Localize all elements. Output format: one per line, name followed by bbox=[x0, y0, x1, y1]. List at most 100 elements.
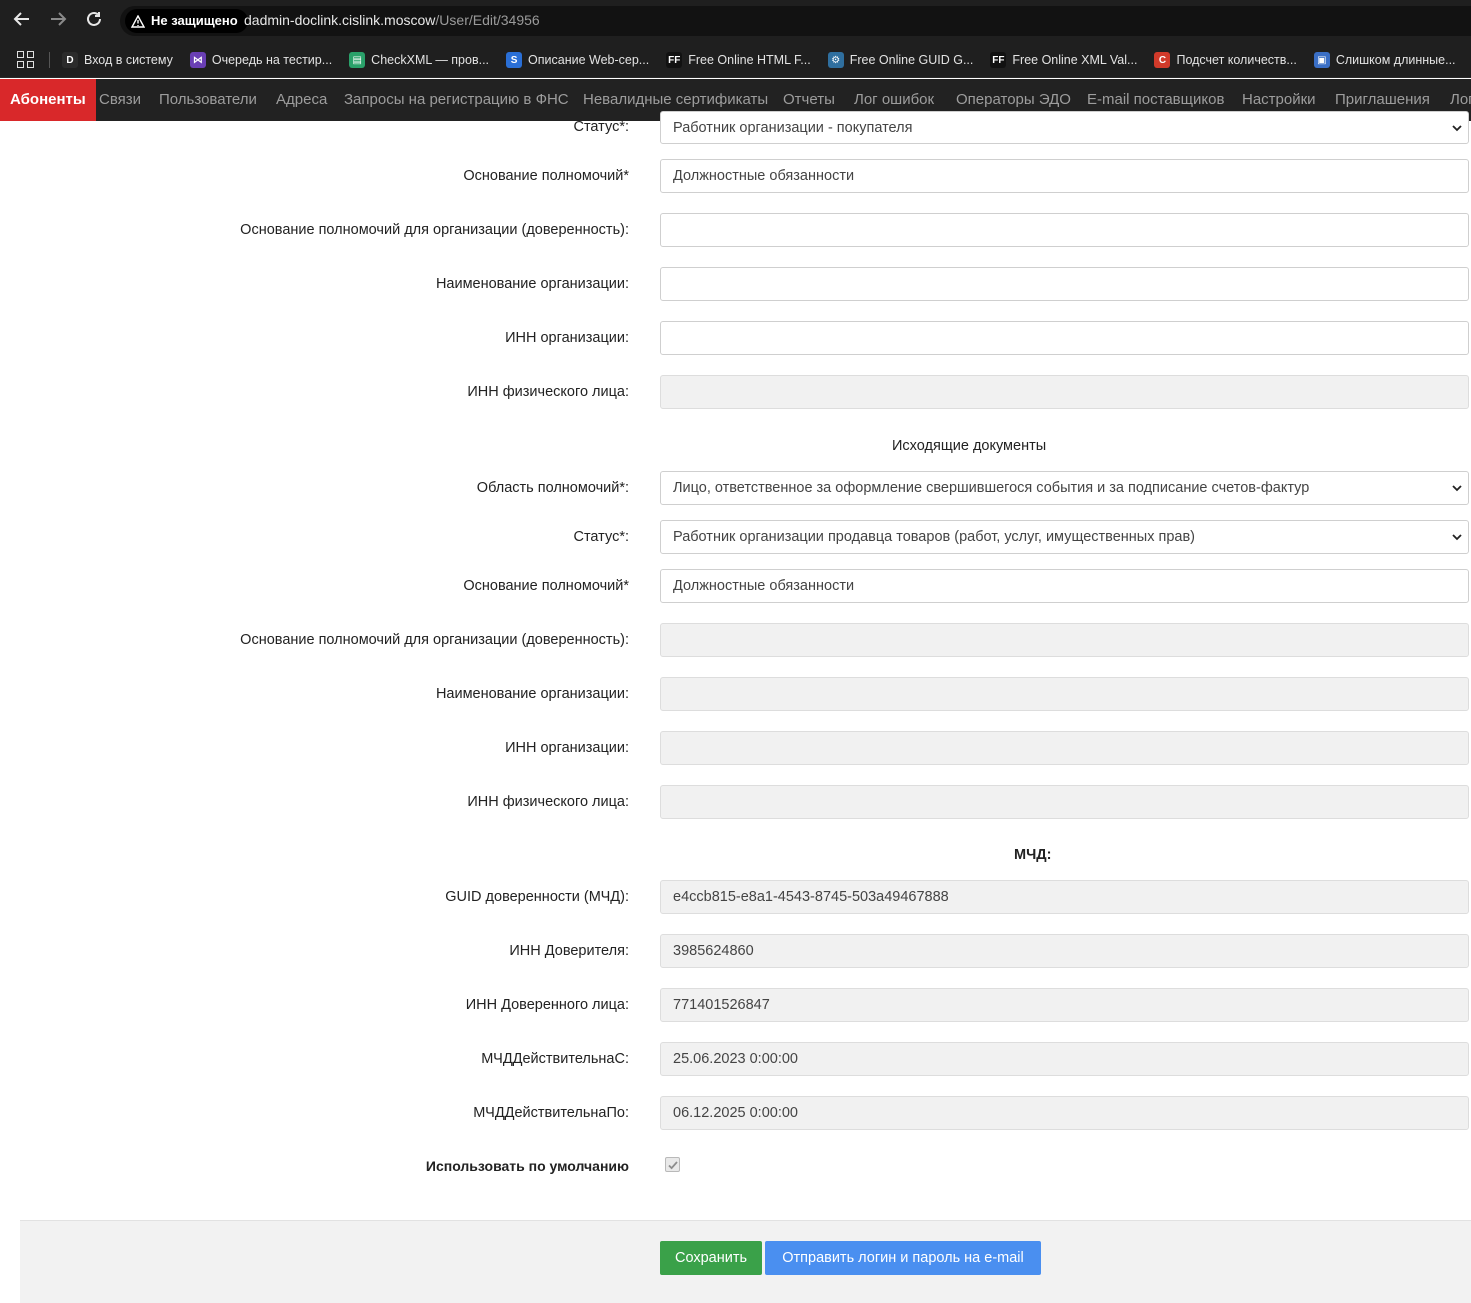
outgoing-section-title: Исходящие документы bbox=[892, 438, 1047, 454]
url-host: dadmin-doclink.cislink.moscow bbox=[244, 12, 436, 28]
bookmark-favicon-icon: D bbox=[62, 52, 78, 68]
mchd-valid-from-input: 25.06.2023 0:00:00 bbox=[660, 1042, 1469, 1076]
outgoing-org-basis-label: Основание полномочий для организации (до… bbox=[240, 632, 629, 648]
bookmark-item[interactable]: ▣ Слишком длинные... bbox=[1313, 52, 1456, 68]
mchd-valid-to-input: 06.12.2025 0:00:00 bbox=[660, 1096, 1469, 1130]
outgoing-person-inn-input bbox=[660, 785, 1469, 819]
outgoing-org-inn-label: ИНН организации: bbox=[505, 740, 629, 756]
incoming-org-basis-input[interactable] bbox=[660, 213, 1469, 247]
outgoing-org-name-input bbox=[660, 677, 1469, 711]
bookmark-item[interactable]: ▤ CheckXML — пров... bbox=[349, 52, 489, 68]
forward-arrow-icon[interactable] bbox=[47, 10, 69, 32]
mchd-valid-from-label: МЧДДействительнаС: bbox=[481, 1051, 629, 1067]
bookmarks-bar: D Вход в систему ⋈ Очередь на тестир... ▤ Che… bbox=[0, 42, 1471, 78]
bookmark-item[interactable]: FF Free Online XML Val... bbox=[990, 52, 1137, 68]
incoming-status-value: Работник организации - покупателя bbox=[673, 120, 913, 136]
mchd-principal-inn-input: 3985624860 bbox=[660, 934, 1469, 968]
bookmark-favicon-icon: FF bbox=[990, 52, 1007, 68]
mchd-default-label: Использовать по умолчанию bbox=[425, 1158, 629, 1174]
outgoing-org-inn-input bbox=[660, 731, 1469, 765]
bookmark-item[interactable]: D Вход в систему bbox=[62, 52, 173, 68]
insecure-label: Не защищено bbox=[151, 13, 238, 28]
bookmark-favicon-icon: ⚙ bbox=[827, 52, 844, 68]
nav-item-addresses[interactable]: Адреса bbox=[276, 79, 327, 121]
outgoing-basis-label: Основание полномочий* bbox=[463, 578, 629, 594]
bookmark-label: Очередь на тестир... bbox=[211, 53, 333, 67]
outgoing-scope-select[interactable]: Лицо, ответственное за оформление сверши… bbox=[660, 471, 1469, 505]
mchd-guid-value: e4ccb815-e8a1-4543-8745-503a49467888 bbox=[673, 889, 949, 905]
mchd-agent-inn-label: ИНН Доверенного лица: bbox=[465, 997, 629, 1013]
bookmark-favicon-icon: ▣ bbox=[1313, 52, 1330, 68]
incoming-status-label: Статус*: bbox=[573, 119, 629, 135]
save-button[interactable]: Сохранить bbox=[660, 1241, 762, 1275]
outgoing-scope-value: Лицо, ответственное за оформление сверши… bbox=[673, 480, 1310, 496]
warning-icon bbox=[131, 14, 145, 28]
mchd-agent-inn-value: 771401526847 bbox=[673, 997, 770, 1013]
back-arrow-icon[interactable] bbox=[11, 10, 33, 32]
url-path: /User/Edit/34956 bbox=[435, 12, 540, 28]
bookmark-favicon-icon: C bbox=[1154, 52, 1171, 68]
outgoing-status-label: Статус*: bbox=[573, 529, 629, 545]
mchd-guid-input: e4ccb815-e8a1-4543-8745-503a49467888 bbox=[660, 880, 1469, 914]
bookmark-favicon-icon: ▤ bbox=[349, 52, 366, 68]
outgoing-basis-input[interactable]: Должностные обязанности bbox=[660, 569, 1469, 603]
chevron-down-icon bbox=[1452, 534, 1462, 541]
mchd-agent-inn-input: 771401526847 bbox=[660, 988, 1469, 1022]
checkmark-icon bbox=[668, 1161, 678, 1170]
outgoing-basis-value: Должностные обязанности bbox=[673, 578, 855, 594]
outgoing-status-value: Работник организации продавца товаров (р… bbox=[673, 529, 1195, 545]
outgoing-status-select[interactable]: Работник организации продавца товаров (р… bbox=[660, 520, 1469, 554]
security-chip[interactable]: Не защищено bbox=[125, 9, 248, 33]
incoming-basis-label: Основание полномочий* bbox=[463, 168, 629, 184]
incoming-person-inn-input bbox=[660, 375, 1469, 409]
bookmark-label: Free Online GUID G... bbox=[849, 53, 974, 67]
chevron-down-icon bbox=[1452, 125, 1462, 132]
mchd-valid-from-value: 25.06.2023 0:00:00 bbox=[673, 1051, 798, 1067]
mchd-principal-inn-value: 3985624860 bbox=[673, 943, 754, 959]
incoming-status-select[interactable]: Работник организации - покупателя bbox=[660, 111, 1469, 144]
mchd-section-title: МЧД: bbox=[1014, 847, 1052, 863]
incoming-org-name-input[interactable] bbox=[660, 267, 1469, 301]
bookmark-label: Free Online HTML F... bbox=[688, 53, 811, 67]
incoming-org-basis-label: Основание полномочий для организации (до… bbox=[240, 222, 629, 238]
bookmark-item[interactable]: ⋈ Очередь на тестир... bbox=[189, 52, 333, 68]
apps-grid-icon[interactable] bbox=[17, 51, 34, 68]
incoming-org-inn-label: ИНН организации: bbox=[505, 330, 629, 346]
incoming-person-inn-label: ИНН физического лица: bbox=[467, 384, 629, 400]
mchd-valid-to-label: МЧДДействительнаПо: bbox=[473, 1105, 629, 1121]
outgoing-person-inn-label: ИНН физического лица: bbox=[467, 794, 629, 810]
bookmark-label: Вход в систему bbox=[84, 53, 173, 67]
incoming-basis-input[interactable]: Должностные обязанности bbox=[660, 159, 1469, 193]
outgoing-org-name-label: Наименование организации: bbox=[435, 686, 629, 702]
send-credentials-button[interactable]: Отправить логин и пароль на e-mail bbox=[765, 1241, 1041, 1275]
incoming-org-name-label: Наименование организации: bbox=[435, 276, 629, 292]
nav-item-subscribers[interactable]: Абоненты bbox=[0, 79, 96, 121]
url-text[interactable]: dadmin-doclink.cislink.moscow/User/Edit/… bbox=[244, 12, 540, 28]
bookmark-label: CheckXML — пров... bbox=[371, 53, 490, 67]
bookmark-label: Free Online XML Val... bbox=[1012, 53, 1138, 67]
mchd-valid-to-value: 06.12.2025 0:00:00 bbox=[673, 1105, 798, 1121]
outgoing-scope-label: Область полномочий*: bbox=[476, 480, 629, 496]
mchd-guid-label: GUID доверенности (МЧД): bbox=[445, 889, 629, 905]
nav-item-links[interactable]: Связи bbox=[99, 79, 141, 121]
nav-item-fns-requests[interactable]: Запросы на регистрацию в ФНС bbox=[344, 79, 569, 121]
bookmark-label: Слишком длинные... bbox=[1335, 53, 1456, 67]
bookmark-item[interactable]: C Подсчет количеств... bbox=[1154, 52, 1297, 68]
incoming-basis-value: Должностные обязанности bbox=[673, 168, 855, 184]
bookmark-favicon-icon: ⋈ bbox=[189, 52, 206, 68]
bookmark-item[interactable]: S Описание Web-сер... bbox=[506, 52, 649, 68]
incoming-org-inn-input[interactable] bbox=[660, 321, 1469, 355]
bookmark-favicon-icon: S bbox=[506, 52, 523, 68]
browser-toolbar: Не защищено dadmin-doclink.cislink.mosco… bbox=[0, 0, 1471, 42]
bookmark-label: Подсчет количеств... bbox=[1176, 53, 1297, 67]
bookmarks-divider bbox=[49, 52, 50, 68]
reload-icon[interactable] bbox=[83, 10, 105, 32]
bookmarks-list: D Вход в систему ⋈ Очередь на тестир... ▤ Che… bbox=[62, 42, 1471, 77]
outgoing-org-basis-input bbox=[660, 623, 1469, 657]
nav-item-users[interactable]: Пользователи bbox=[159, 79, 257, 121]
chevron-down-icon bbox=[1452, 485, 1462, 492]
bookmark-item[interactable]: FF Free Online HTML F... bbox=[666, 52, 811, 68]
mchd-principal-inn-label: ИНН Доверителя: bbox=[509, 943, 629, 959]
use-default-checkbox[interactable] bbox=[665, 1157, 680, 1172]
bookmark-item[interactable]: ⚙ Free Online GUID G... bbox=[827, 52, 974, 68]
